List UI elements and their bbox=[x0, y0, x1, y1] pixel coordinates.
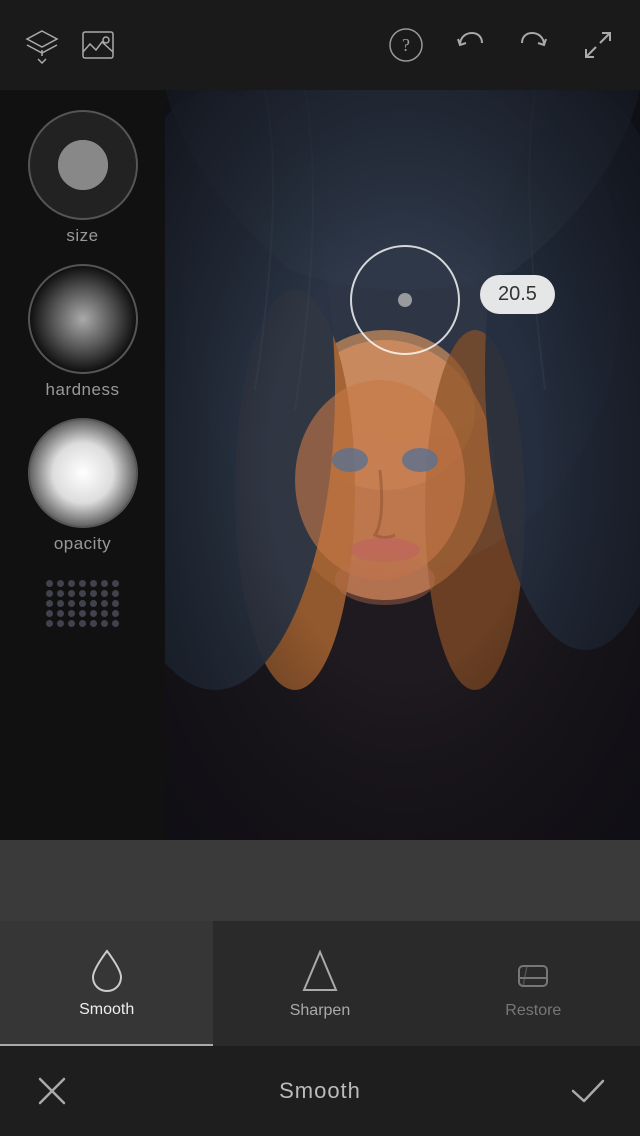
size-label: size bbox=[66, 226, 98, 246]
opacity-control[interactable]: opacity bbox=[28, 418, 138, 554]
dot bbox=[57, 590, 64, 597]
dot bbox=[90, 580, 97, 587]
dot bbox=[57, 620, 64, 627]
dot bbox=[90, 610, 97, 617]
undo-button[interactable] bbox=[448, 23, 492, 67]
size-control[interactable]: size bbox=[28, 110, 138, 246]
portrait-image bbox=[165, 90, 640, 840]
dot bbox=[68, 600, 75, 607]
dot bbox=[79, 590, 86, 597]
dot bbox=[68, 610, 75, 617]
smooth-icon bbox=[87, 947, 127, 993]
bottom-title: Smooth bbox=[279, 1078, 361, 1104]
dot bbox=[112, 580, 119, 587]
dot bbox=[46, 600, 53, 607]
dot bbox=[79, 620, 86, 627]
dot bbox=[101, 590, 108, 597]
main-area: 20.5 size hardness opacity bbox=[0, 90, 640, 926]
dot bbox=[68, 620, 75, 627]
hardness-circle[interactable] bbox=[28, 264, 138, 374]
help-button[interactable]: ? bbox=[384, 23, 428, 67]
dot bbox=[112, 600, 119, 607]
dot bbox=[90, 600, 97, 607]
dot bbox=[68, 590, 75, 597]
dot bbox=[101, 580, 108, 587]
opacity-label: opacity bbox=[54, 534, 111, 554]
dot bbox=[90, 590, 97, 597]
tab-smooth[interactable]: Smooth bbox=[0, 921, 213, 1046]
redo-button[interactable] bbox=[512, 23, 556, 67]
dot bbox=[46, 590, 53, 597]
dot bbox=[112, 590, 119, 597]
gallery-button[interactable] bbox=[76, 23, 120, 67]
left-panel: size hardness opacity bbox=[0, 90, 165, 840]
expand-button[interactable] bbox=[576, 23, 620, 67]
top-toolbar: ? bbox=[0, 0, 640, 90]
toolbar-left bbox=[20, 23, 120, 67]
layers-button[interactable] bbox=[20, 23, 64, 67]
size-circle[interactable] bbox=[28, 110, 138, 220]
dot bbox=[79, 610, 86, 617]
dot bbox=[101, 610, 108, 617]
canvas-bottom-overlay bbox=[0, 840, 640, 926]
dot bbox=[112, 610, 119, 617]
dot bbox=[57, 580, 64, 587]
bottom-bar: Smooth bbox=[0, 1046, 640, 1136]
dot bbox=[79, 600, 86, 607]
dot bbox=[101, 600, 108, 607]
toolbar-right: ? bbox=[384, 23, 620, 67]
dot bbox=[79, 580, 86, 587]
brush-pattern-grid[interactable] bbox=[38, 572, 128, 635]
confirm-button[interactable] bbox=[566, 1069, 610, 1113]
tab-restore[interactable]: Restore bbox=[427, 921, 640, 1046]
dot bbox=[46, 580, 53, 587]
dot bbox=[112, 620, 119, 627]
dot bbox=[57, 610, 64, 617]
dot bbox=[46, 620, 53, 627]
smooth-label: Smooth bbox=[79, 1001, 134, 1019]
hardness-label: hardness bbox=[46, 380, 120, 400]
svg-text:?: ? bbox=[402, 35, 410, 55]
cancel-button[interactable] bbox=[30, 1069, 74, 1113]
dot bbox=[101, 620, 108, 627]
hardness-control[interactable]: hardness bbox=[28, 264, 138, 400]
sharpen-label: Sharpen bbox=[290, 1002, 351, 1020]
tab-sharpen[interactable]: Sharpen bbox=[213, 921, 426, 1046]
dot bbox=[57, 600, 64, 607]
photo-canvas[interactable]: 20.5 bbox=[165, 90, 640, 840]
tool-tabs: Smooth Sharpen Restore bbox=[0, 920, 640, 1046]
dot bbox=[46, 610, 53, 617]
restore-label: Restore bbox=[505, 1002, 561, 1020]
sharpen-icon bbox=[300, 948, 340, 994]
restore-icon bbox=[513, 948, 553, 994]
dot bbox=[90, 620, 97, 627]
opacity-circle[interactable] bbox=[28, 418, 138, 528]
dot bbox=[68, 580, 75, 587]
